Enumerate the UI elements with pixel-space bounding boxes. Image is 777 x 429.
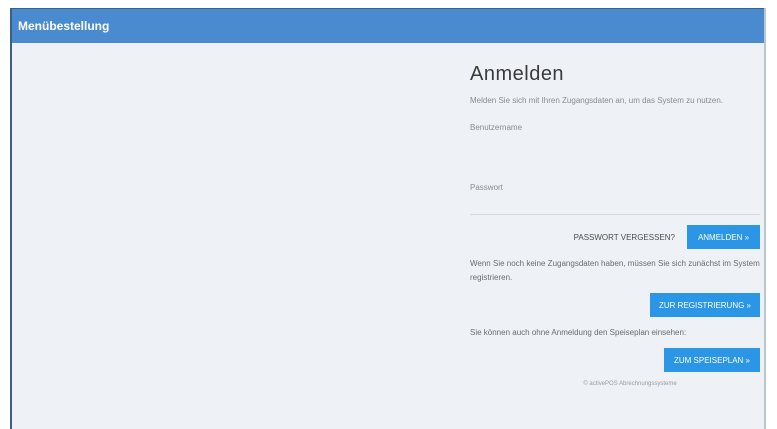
menu-actions: ZUM SPEISEPLAN »: [470, 348, 760, 372]
register-actions: ZUR REGISTRIERUNG »: [470, 293, 760, 317]
menu-info-text: Sie können auch ohne Anmeldung den Speis…: [470, 328, 687, 337]
login-button[interactable]: ANMELDEN »: [687, 225, 760, 249]
login-panel: Anmelden Melden Sie sich mit Ihren Zugan…: [470, 53, 760, 387]
app-title: Menübestellung: [18, 19, 110, 33]
forgot-password-link[interactable]: PASSWORT VERGESSEN?: [574, 233, 675, 242]
login-actions: PASSWORT VERGESSEN? ANMELDEN »: [470, 225, 760, 249]
password-label: Passwort: [470, 183, 503, 192]
app-header: Menübestellung: [12, 9, 764, 43]
window-edge: [764, 8, 766, 429]
username-input[interactable]: [470, 132, 760, 146]
username-label: Benutzername: [470, 123, 523, 132]
copyright-footer: © activePOS Abrechnungssysteme: [583, 381, 677, 387]
register-info-text: Wenn Sie noch keine Zugangsdaten haben, …: [470, 259, 760, 282]
password-input[interactable]: [470, 200, 760, 215]
login-title: Anmelden: [470, 63, 565, 85]
app-window: Menübestellung Anmelden Melden Sie sich …: [10, 8, 764, 429]
register-button[interactable]: ZUR REGISTRIERUNG »: [650, 293, 760, 317]
login-subtitle: Melden Sie sich mit Ihren Zugangsdaten a…: [470, 96, 724, 105]
menu-plan-button[interactable]: ZUM SPEISEPLAN »: [664, 348, 760, 372]
